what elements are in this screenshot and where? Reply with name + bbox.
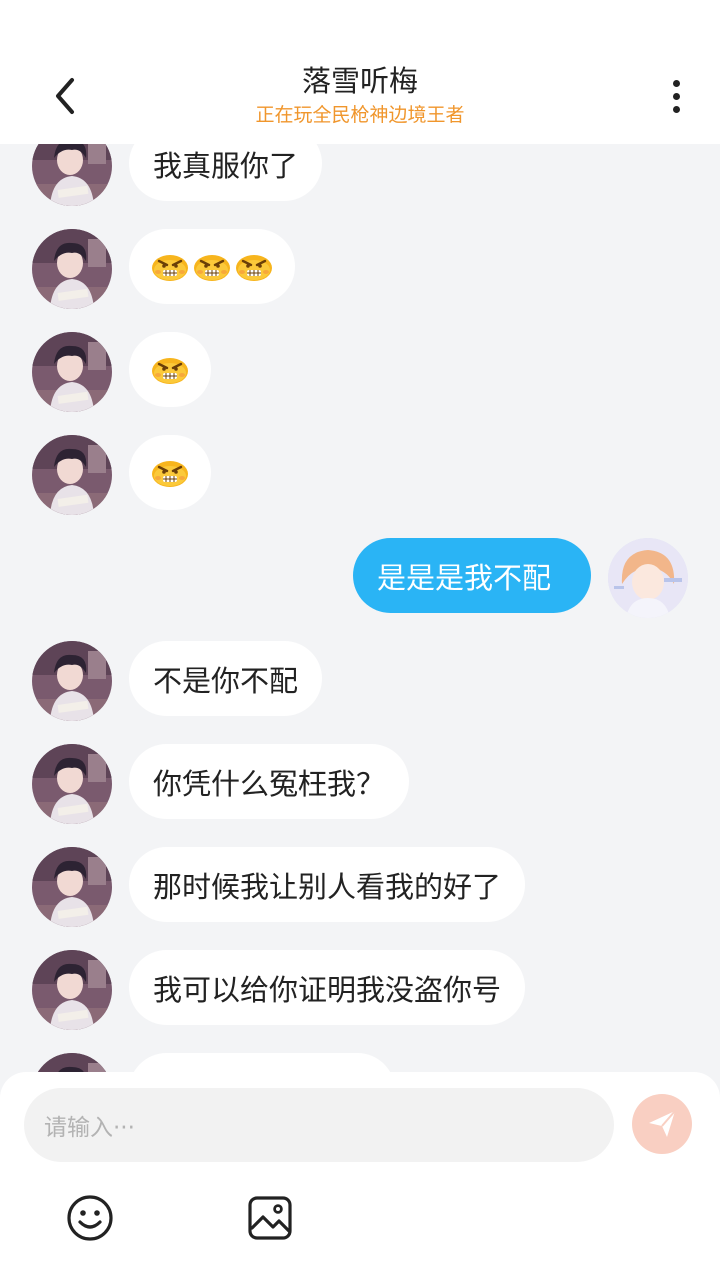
angry-face-emoji	[151, 252, 189, 282]
smiley-icon	[67, 1195, 113, 1241]
more-vertical-icon	[672, 92, 680, 100]
contact-avatar[interactable]	[32, 950, 112, 1030]
message-composer: 请输入···	[0, 1072, 720, 1280]
contact-avatar[interactable]	[32, 641, 112, 721]
message-bubble[interactable]: 那时候我让别人看我的好了	[129, 847, 526, 922]
message-bubble[interactable]: 我真服你了	[129, 144, 323, 201]
more-button[interactable]	[656, 74, 696, 118]
emoji-message-bubble[interactable]	[129, 435, 211, 510]
contact-avatar[interactable]	[32, 847, 112, 927]
more-vertical-icon	[672, 105, 680, 113]
contact-avatar[interactable]	[32, 435, 112, 515]
contact-avatar[interactable]	[32, 229, 112, 309]
contact-info: 落雪听梅 正在玩全民枪神边境王者	[160, 64, 560, 128]
emoji-button[interactable]	[66, 1194, 114, 1242]
emoji-message-bubble[interactable]	[129, 229, 295, 304]
send-button[interactable]	[632, 1094, 692, 1154]
angry-face-emoji	[193, 252, 231, 282]
my-avatar[interactable]	[608, 538, 688, 618]
angry-face-emoji	[151, 458, 189, 488]
chevron-left-icon	[56, 78, 74, 114]
message-input[interactable]: 请输入···	[24, 1088, 614, 1162]
send-icon	[649, 1110, 676, 1137]
message-bubble[interactable]: 不是你不配	[129, 641, 323, 716]
back-button[interactable]	[40, 70, 90, 122]
angry-face-emoji	[151, 355, 189, 385]
contact-status: 正在玩全民枪神边境王者	[255, 104, 465, 126]
image-icon	[248, 1196, 292, 1240]
image-button[interactable]	[246, 1194, 294, 1242]
contact-avatar[interactable]	[32, 332, 112, 412]
more-vertical-icon	[672, 79, 680, 87]
angry-face-emoji	[235, 252, 273, 282]
message-bubble[interactable]: 你凭什么冤枉我？	[129, 744, 410, 819]
my-message-bubble[interactable]: 是是是我不配	[353, 538, 591, 613]
contact-avatar[interactable]	[32, 744, 112, 824]
contact-avatar[interactable]	[32, 1053, 112, 1072]
message-bubble[interactable]: 我可以给你证明我没盗你号	[129, 950, 526, 1025]
message-bubble[interactable]	[129, 1053, 395, 1072]
contact-avatar[interactable]	[32, 144, 112, 206]
message-list[interactable]: 我真服你了 是是是我不配 不是你不配 你凭什么冤枉我？ 那时候我让别人看我的好了	[0, 144, 720, 1072]
chat-header: 落雪听梅 正在玩全民枪神边境王者	[0, 0, 720, 144]
emoji-message-bubble[interactable]	[129, 332, 211, 407]
contact-name: 落雪听梅	[301, 64, 418, 98]
